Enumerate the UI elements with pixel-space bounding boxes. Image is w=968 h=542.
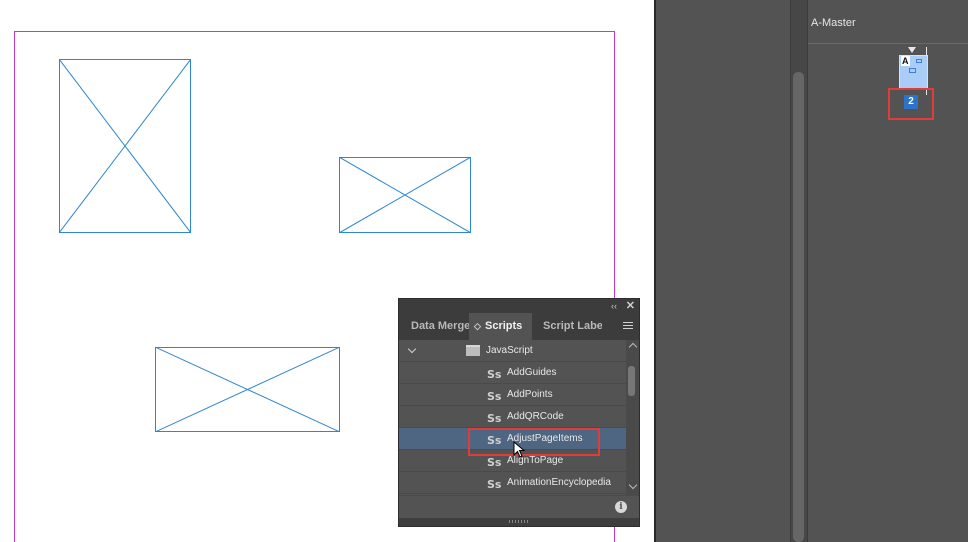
list-scroll-thumb[interactable] xyxy=(628,366,635,396)
list-item[interactable]: Ss AddGuides xyxy=(399,362,626,384)
script-icon: Ss xyxy=(487,478,501,490)
folder-icon xyxy=(466,345,480,356)
thumb-frame-icon xyxy=(909,68,916,73)
page-spine-marker-icon xyxy=(908,47,916,53)
list-item[interactable]: Ss AddPoints xyxy=(399,384,626,406)
scripts-list: JavaScript Ss AddGuides Ss AddPoints Ss … xyxy=(399,340,626,495)
page-number-highlight xyxy=(888,88,934,120)
list-item[interactable]: Ss AnimationEncyclopedia xyxy=(399,472,626,494)
pages-divider xyxy=(808,43,968,44)
folder-label: JavaScript xyxy=(486,345,533,356)
script-icon: Ss xyxy=(487,412,501,424)
svg-text:Ss: Ss xyxy=(487,390,501,402)
placeholder-frame-2[interactable] xyxy=(339,157,471,233)
master-page-label[interactable]: A-Master xyxy=(811,17,856,29)
pages-panel xyxy=(807,0,968,542)
thumb-frame-icon xyxy=(916,59,922,63)
script-label: AddPoints xyxy=(507,389,553,400)
tab-scripts[interactable]: ◇ Scripts xyxy=(469,313,532,340)
placeholder-frame-3[interactable] xyxy=(155,347,340,432)
page-thumbnail[interactable]: A xyxy=(899,55,928,89)
svg-text:Ss: Ss xyxy=(487,368,501,380)
scroll-down-icon[interactable] xyxy=(628,480,638,490)
close-icon[interactable]: ✕ xyxy=(626,299,635,313)
resize-handle[interactable] xyxy=(399,518,639,526)
master-prefix: A xyxy=(901,56,910,66)
svg-text:Ss: Ss xyxy=(487,412,501,424)
script-label: AnimationEncyclopedia xyxy=(507,477,611,488)
mouse-cursor-icon xyxy=(513,441,526,458)
script-label: AddGuides xyxy=(507,367,557,378)
tab-scripts-label: Scripts xyxy=(485,320,523,332)
placeholder-frame-1[interactable] xyxy=(59,59,191,233)
panel-footer: i xyxy=(399,495,639,518)
tab-script-label[interactable]: Script Label xyxy=(532,313,602,340)
scripts-panel: ‹‹ ✕ Data Merge ◇ Scripts Script Label J… xyxy=(398,298,640,527)
collapse-panel-icon[interactable]: ‹‹ xyxy=(611,299,617,313)
panel-menu-icon[interactable] xyxy=(623,322,633,331)
tab-reorder-icon: ◇ xyxy=(474,321,481,331)
svg-text:Ss: Ss xyxy=(487,478,501,490)
script-icon: Ss xyxy=(487,390,501,402)
tab-data-merge[interactable]: Data Merge xyxy=(399,313,469,340)
panel-titlebar[interactable]: ‹‹ ✕ xyxy=(399,299,639,313)
grip-icon xyxy=(509,520,529,523)
list-scrollbar[interactable] xyxy=(626,340,639,495)
info-icon[interactable]: i xyxy=(615,501,627,513)
scroll-up-icon[interactable] xyxy=(628,342,638,352)
script-icon: Ss xyxy=(487,456,501,468)
scrollbar-thumb[interactable] xyxy=(793,72,804,542)
svg-text:Ss: Ss xyxy=(487,456,501,468)
list-item-folder[interactable]: JavaScript xyxy=(399,340,626,362)
chevron-down-icon[interactable] xyxy=(407,344,417,354)
script-highlight-box xyxy=(468,428,600,456)
page-spine-line xyxy=(926,47,927,55)
script-icon: Ss xyxy=(487,368,501,380)
script-label: AddQRCode xyxy=(507,411,564,422)
panel-tabbar: Data Merge ◇ Scripts Script Label xyxy=(399,313,639,340)
list-item[interactable]: Ss AddQRCode xyxy=(399,406,626,428)
pasteboard xyxy=(656,0,790,542)
